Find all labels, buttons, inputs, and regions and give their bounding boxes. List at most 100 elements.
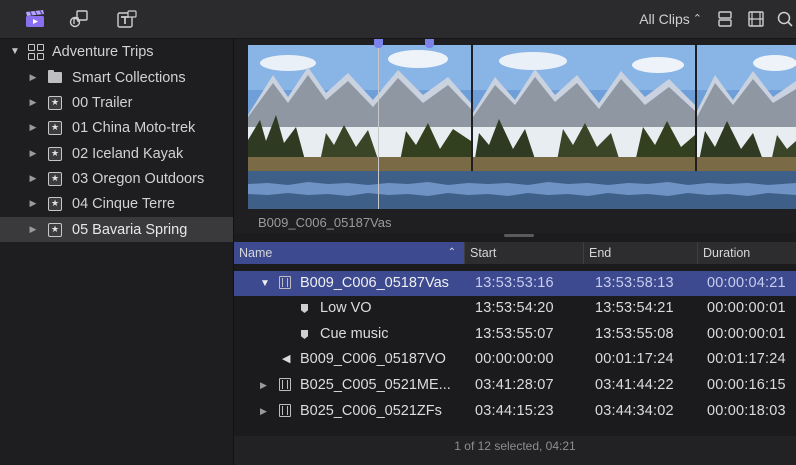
list-header: Name ⌃ Start End Duration xyxy=(234,242,796,264)
disclosure-collapsed-icon[interactable]: ▶ xyxy=(28,224,38,235)
sidebar-item-label: 00 Trailer xyxy=(72,94,133,111)
column-header-start[interactable]: Start xyxy=(464,242,583,264)
browser-toolbar: All Clips ⌃ xyxy=(0,0,796,39)
titles-generators-icon[interactable] xyxy=(116,9,138,29)
audio-waveform xyxy=(248,171,796,209)
marker-start: 13:53:54:20 xyxy=(475,300,554,316)
clip-filmstrip[interactable]: B009_C006_05187Vas xyxy=(234,39,796,237)
selection-status: 1 of 12 selected, 04:21 xyxy=(234,436,796,465)
clip-start: 00:00:00:00 xyxy=(475,351,554,367)
clip-name: B009_C006_05187VO xyxy=(300,351,446,367)
column-header-end[interactable]: End xyxy=(583,242,697,264)
film-clip-icon xyxy=(279,373,291,398)
music-photos-icon[interactable] xyxy=(68,9,90,29)
disclosure-collapsed-icon[interactable]: ▶ xyxy=(28,97,38,108)
marker-name: Low VO xyxy=(320,300,372,316)
film-clip-icon xyxy=(279,271,291,296)
range-end-handle[interactable] xyxy=(425,39,434,48)
clip-duration: 00:00:04:21 xyxy=(707,275,786,291)
sidebar-item-label: Adventure Trips xyxy=(52,43,154,60)
table-row[interactable]: ▶ B025_C005_0521ME... 03:41:28:07 03:41:… xyxy=(234,373,796,398)
event-star-icon: ★ xyxy=(48,196,62,211)
sidebar-item-label: 05 Bavaria Spring xyxy=(72,221,188,238)
sidebar-item-label: Smart Collections xyxy=(72,69,186,86)
table-row[interactable]: Cue music 13:53:55:07 13:53:55:08 00:00:… xyxy=(234,322,796,347)
disclosure-collapsed-icon[interactable]: ▶ xyxy=(28,148,38,159)
marker-end: 13:53:55:08 xyxy=(595,326,674,342)
column-header-label: Duration xyxy=(703,246,751,260)
clip-filter-menu[interactable]: All Clips ⌃ xyxy=(639,11,702,27)
sidebar-item-event[interactable]: ▶ ★ 02 Iceland Kayak xyxy=(0,141,233,166)
library-icon xyxy=(28,43,44,60)
disclosure-collapsed-icon[interactable]: ▶ xyxy=(28,122,38,133)
event-star-icon: ★ xyxy=(48,171,62,186)
disclosure-expanded-icon[interactable]: ▼ xyxy=(260,271,270,296)
clapperboard-icon[interactable] xyxy=(24,9,46,29)
sidebar-item-event[interactable]: ▶ ★ 01 China Moto-trek xyxy=(0,115,233,140)
film-clip-icon xyxy=(279,399,291,424)
clip-start: 03:44:15:23 xyxy=(475,403,554,419)
clip-duration: 00:00:18:03 xyxy=(707,403,786,419)
sort-ascending-icon: ⌃ xyxy=(447,247,456,258)
clip-start: 03:41:28:07 xyxy=(475,377,554,393)
clip-name: B025_C006_0521ZFs xyxy=(300,403,442,419)
clip-thumbnail[interactable] xyxy=(248,45,471,171)
table-row[interactable]: Low VO 13:53:54:20 13:53:54:21 00:00:00:… xyxy=(234,296,796,321)
clip-end: 03:41:44:22 xyxy=(595,377,674,393)
clip-duration: 00:00:16:15 xyxy=(707,377,786,393)
sidebar-item-label: 03 Oregon Outdoors xyxy=(72,170,205,187)
skimmer-playhead[interactable] xyxy=(378,39,379,209)
column-header-name[interactable]: Name ⌃ xyxy=(234,242,464,264)
clip-end: 00:01:17:24 xyxy=(595,351,674,367)
disclosure-collapsed-icon[interactable]: ▶ xyxy=(260,373,267,398)
filmstrip-view-icon[interactable] xyxy=(745,9,767,29)
sidebar-item-label: 02 Iceland Kayak xyxy=(72,145,184,162)
clip-filter-label: All Clips xyxy=(639,11,690,27)
pane-resize-handle[interactable] xyxy=(504,234,534,237)
disclosure-collapsed-icon[interactable]: ▶ xyxy=(260,399,267,424)
search-icon[interactable] xyxy=(774,9,796,29)
folder-icon xyxy=(48,70,62,83)
sidebar-item-label: 04 Cinque Terre xyxy=(72,195,175,212)
event-star-icon: ★ xyxy=(48,95,62,110)
sidebar-item-smart-collections[interactable]: ▶ Smart Collections xyxy=(0,65,233,90)
event-star-icon: ★ xyxy=(48,120,62,135)
clip-name: B009_C006_05187Vas xyxy=(300,275,449,291)
filmstrip-clip-name: B009_C006_05187Vas xyxy=(258,215,392,230)
marker-duration: 00:00:00:01 xyxy=(707,326,786,342)
table-row[interactable]: ◀ B009_C006_05187VO 00:00:00:00 00:01:17… xyxy=(234,347,796,372)
clip-thumbnail[interactable] xyxy=(473,45,695,171)
event-star-icon: ★ xyxy=(48,222,62,237)
disclosure-collapsed-icon[interactable]: ▶ xyxy=(28,173,38,184)
clip-appearance-icon[interactable] xyxy=(714,9,736,29)
sidebar-item-event[interactable]: ▶ ★ 04 Cinque Terre xyxy=(0,191,233,216)
column-header-label: Start xyxy=(470,246,497,260)
up-down-chevron-icon: ⌃ xyxy=(692,12,702,25)
clip-thumbnail[interactable] xyxy=(697,45,796,171)
marker-name: Cue music xyxy=(320,326,389,342)
clip-end: 03:44:34:02 xyxy=(595,403,674,419)
marker-icon xyxy=(301,296,308,321)
sidebar-item-label: 01 China Moto-trek xyxy=(72,119,196,136)
clip-duration: 00:01:17:24 xyxy=(707,351,786,367)
marker-icon xyxy=(301,322,308,347)
sidebar-item-event[interactable]: ▶ ★ 03 Oregon Outdoors xyxy=(0,166,233,191)
clip-name: B025_C005_0521ME... xyxy=(300,377,451,393)
table-row[interactable]: ▶ B025_C006_0521ZFs 03:44:15:23 03:44:34… xyxy=(234,399,796,424)
event-star-icon: ★ xyxy=(48,146,62,161)
disclosure-collapsed-icon[interactable]: ▶ xyxy=(28,72,38,83)
clip-list-view: Name ⌃ Start End Duration ▼ B009_C006_05… xyxy=(234,242,796,465)
range-start-handle[interactable] xyxy=(374,39,383,48)
marker-start: 13:53:55:07 xyxy=(475,326,554,342)
table-row-selected[interactable]: ▼ B009_C006_05187Vas 13:53:53:16 13:53:5… xyxy=(234,271,796,296)
disclosure-expanded-icon[interactable]: ▼ xyxy=(10,46,20,57)
disclosure-collapsed-icon[interactable]: ▶ xyxy=(28,198,38,209)
marker-end: 13:53:54:21 xyxy=(595,300,674,316)
column-header-duration[interactable]: Duration xyxy=(697,242,796,264)
clip-start: 13:53:53:16 xyxy=(475,275,554,291)
sidebar-library-adventure-trips[interactable]: ▼ Adventure Trips xyxy=(0,39,233,64)
clip-end: 13:53:58:13 xyxy=(595,275,674,291)
sidebar-item-event[interactable]: ▶ ★ 00 Trailer xyxy=(0,90,233,115)
sidebar-item-event-selected[interactable]: ▶ ★ 05 Bavaria Spring xyxy=(0,217,233,242)
libraries-sidebar: ▼ Adventure Trips ▶ Smart Collections ▶ … xyxy=(0,39,234,465)
